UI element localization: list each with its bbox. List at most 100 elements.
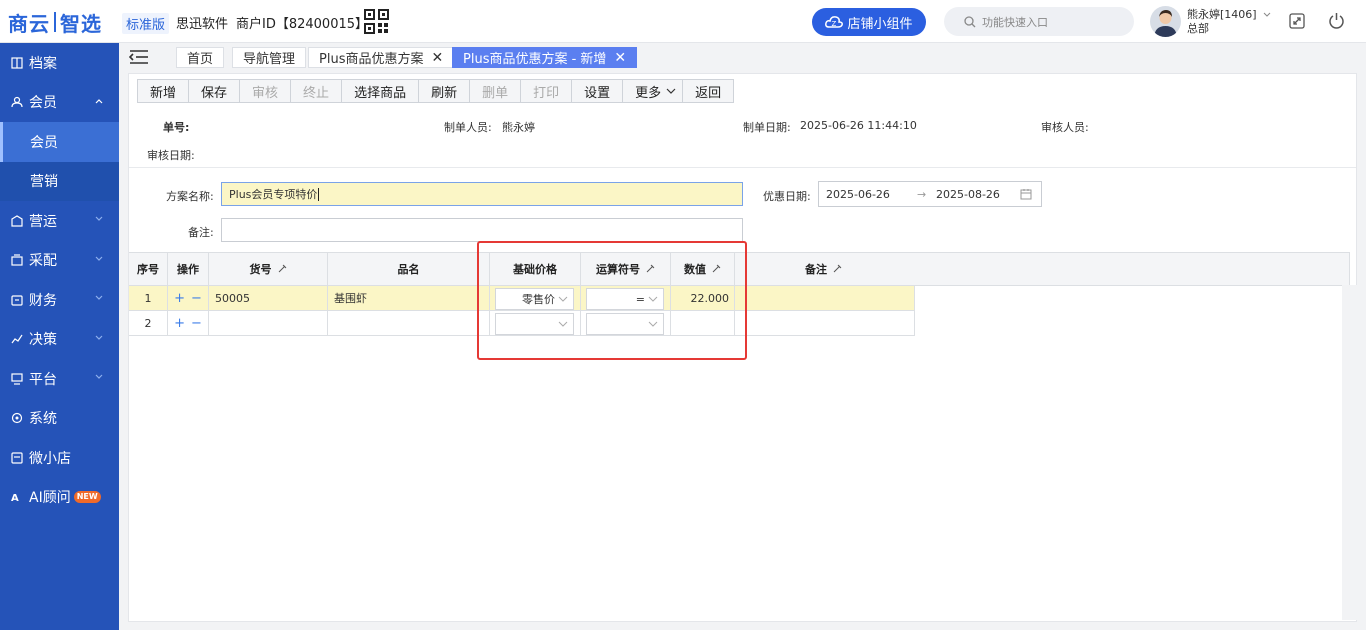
cell-code[interactable]: 50005 <box>209 286 328 311</box>
col-header-code[interactable]: 货号 <box>209 252 328 286</box>
power-icon[interactable] <box>1328 12 1345 29</box>
col-header-remark[interactable]: 备注 <box>735 252 1350 286</box>
calendar-icon <box>1020 189 1032 200</box>
sidebar-item-label: 营运 <box>29 213 57 230</box>
archive-icon <box>10 56 24 70</box>
chevron-down-icon <box>95 295 103 300</box>
cell-name[interactable]: 基围虾 <box>328 286 490 311</box>
add-row-button[interactable]: + <box>174 316 185 331</box>
sidebar-item-label: 会员 <box>30 134 58 151</box>
chevron-down-icon <box>95 374 103 379</box>
sidebar-item-label: 会员 <box>29 95 57 112</box>
chevron-up-icon <box>95 98 103 103</box>
app-logo[interactable]: 商云 智选 <box>8 9 102 36</box>
qr-code-icon[interactable] <box>364 9 389 34</box>
select-goods-button[interactable]: 选择商品 <box>342 79 420 103</box>
remove-row-button[interactable]: − <box>191 291 202 306</box>
fullscreen-icon[interactable] <box>1289 13 1305 29</box>
back-button[interactable]: 返回 <box>683 79 735 103</box>
refresh-button[interactable]: 刷新 <box>419 79 471 103</box>
make-date-label: 制单日期: <box>743 121 791 134</box>
svg-text:Z: Z <box>832 20 837 28</box>
col-header-remark-label: 备注 <box>805 263 827 276</box>
vertical-scrollbar[interactable] <box>1342 285 1357 620</box>
audit-button[interactable]: 审核 <box>240 79 292 103</box>
scheme-name-input[interactable]: Plus会员专项特价 <box>221 182 743 206</box>
col-header-op: 操作 <box>168 252 209 286</box>
shop-widget-button[interactable]: Z 店铺小组件 <box>812 8 926 36</box>
sidebar-item-member[interactable]: 会员 <box>0 83 119 123</box>
sidebar-item-label: 微小店 <box>29 450 71 467</box>
settings-button[interactable]: 设置 <box>572 79 624 103</box>
sidebar-item-ai-advisor[interactable]: A AI顾问 NEW <box>0 478 119 518</box>
search-input[interactable]: 功能快速入口 <box>944 7 1134 36</box>
sidebar-item-system[interactable]: 系统 <box>0 399 119 439</box>
scheme-name-value: Plus会员专项特价 <box>229 188 318 201</box>
sidebar-item-purchasing[interactable]: 采配 <box>0 241 119 281</box>
maker-label: 制单人员: <box>444 121 492 134</box>
sidebar-item-label: 平台 <box>29 371 57 388</box>
merchant-id: 商户ID【82400015】 <box>236 17 369 32</box>
sidebar-item-label: 采配 <box>29 253 57 270</box>
chevron-down-icon <box>666 88 676 94</box>
logo-part2: 智选 <box>60 11 102 36</box>
user-dept: 总部 <box>1187 22 1209 35</box>
save-button[interactable]: 保存 <box>189 79 241 103</box>
sidebar-item-operations[interactable]: 营运 <box>0 201 119 241</box>
cell-no: 1 <box>129 286 168 311</box>
close-icon[interactable]: ✕ <box>431 50 443 66</box>
date-arrow: → <box>917 188 927 201</box>
tab-home[interactable]: 首页 <box>176 47 225 68</box>
sidebar-item-decision[interactable]: 决策 <box>0 320 119 360</box>
logo-divider <box>54 12 56 32</box>
date-to: 2025-08-26 <box>936 188 1000 201</box>
chevron-down-icon <box>95 335 103 340</box>
menu-collapse-icon[interactable] <box>129 49 149 65</box>
cell-ops: + − <box>168 311 209 336</box>
sidebar-subitem-member[interactable]: 会员 <box>0 122 119 162</box>
cell-remark[interactable] <box>735 311 915 336</box>
tab-plus-scheme-new[interactable]: Plus商品优惠方案 - 新增 ✕ <box>452 47 638 68</box>
close-icon[interactable]: ✕ <box>614 50 626 66</box>
add-row-button[interactable]: + <box>174 291 185 306</box>
sidebar-item-label: 财务 <box>29 292 57 309</box>
shop-widget-label: 店铺小组件 <box>847 16 913 32</box>
sidebar-item-platform[interactable]: 平台 <box>0 359 119 399</box>
user-icon <box>10 95 24 109</box>
more-button[interactable]: 更多 <box>623 79 684 103</box>
logo-part1: 商云 <box>8 11 50 36</box>
user-info[interactable]: 熊永婷[1406] 总部 <box>1187 8 1271 36</box>
sidebar-item-label: 档案 <box>29 55 57 72</box>
sidebar-item-microstore[interactable]: 微小店 <box>0 438 119 478</box>
tab-label: Plus商品优惠方案 <box>319 52 424 67</box>
col-header-code-label: 货号 <box>249 263 272 276</box>
avatar[interactable] <box>1150 6 1181 37</box>
toolbar: 新增 保存 审核 终止 选择商品 刷新 删单 打印 设置 更多 返回 <box>137 79 735 103</box>
auditor-label: 审核人员: <box>1041 121 1089 134</box>
date-range-picker[interactable]: 2025-06-26 → 2025-08-26 <box>818 181 1042 207</box>
chevron-down-icon <box>95 216 103 221</box>
tab-nav-management[interactable]: 导航管理 <box>232 47 307 68</box>
cell-remark[interactable] <box>735 286 915 311</box>
make-date-value: 2025-06-26 11:44:10 <box>800 119 917 132</box>
sidebar-item-archive[interactable]: 档案 <box>0 43 119 83</box>
sidebar-subitem-marketing[interactable]: 营销 <box>0 161 119 201</box>
cell-name[interactable] <box>328 311 490 336</box>
remove-row-button[interactable]: − <box>191 316 202 331</box>
tab-label: Plus商品优惠方案 - 新增 <box>463 52 607 67</box>
tab-plus-scheme[interactable]: Plus商品优惠方案 ✕ <box>308 47 455 68</box>
sidebar-item-finance[interactable]: 财务 <box>0 280 119 320</box>
sidebar: 档案 会员 会员 营销 营运 采配 财务 决策 平台 系统 微小店 A AI顾问… <box>0 43 119 630</box>
new-badge: NEW <box>73 491 101 504</box>
audit-date-label: 审核日期: <box>147 149 195 162</box>
delete-order-button[interactable]: 删单 <box>470 79 522 103</box>
remark-input[interactable] <box>221 218 743 242</box>
tab-label: 首页 <box>187 52 214 67</box>
sidebar-item-label: 营销 <box>30 174 58 191</box>
terminate-button[interactable]: 终止 <box>291 79 343 103</box>
add-button[interactable]: 新增 <box>137 79 190 103</box>
order-no-label: 单号: <box>163 121 190 134</box>
cell-code[interactable] <box>209 311 328 336</box>
tabs-bar: 首页 导航管理 Plus商品优惠方案 ✕ Plus商品优惠方案 - 新增 ✕ <box>119 43 1366 73</box>
print-button[interactable]: 打印 <box>521 79 573 103</box>
